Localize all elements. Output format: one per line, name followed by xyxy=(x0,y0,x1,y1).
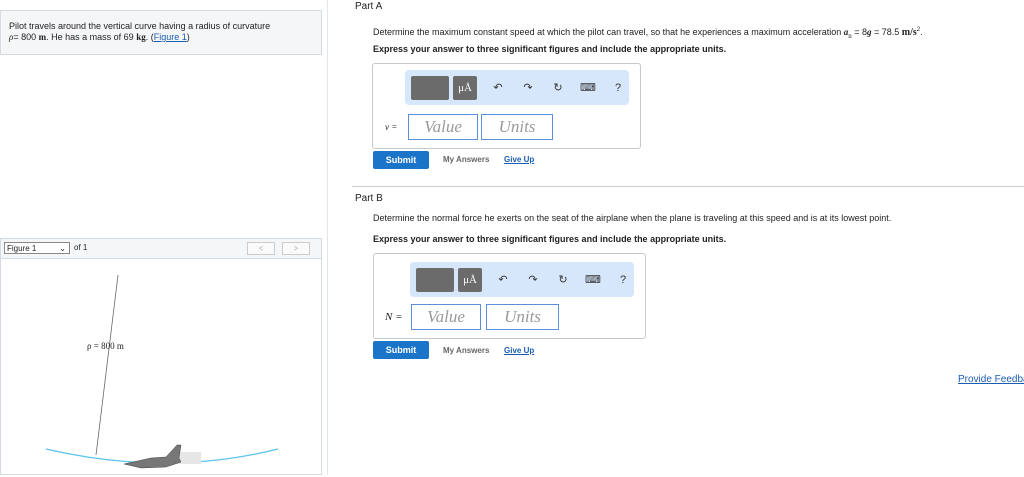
undo-icon[interactable]: ↶ xyxy=(487,81,509,94)
radius-label: ρ = 800 m xyxy=(87,341,124,351)
value-input[interactable]: Value xyxy=(408,114,478,140)
problem-statement: Pilot travels around the vertical curve … xyxy=(0,10,322,55)
paren: . ( xyxy=(145,32,154,42)
paren: ) xyxy=(186,32,190,42)
keyboard-icon[interactable]: ⌨ xyxy=(577,81,599,94)
figure-diagram xyxy=(45,274,279,469)
submit-button[interactable]: Submit xyxy=(373,341,429,359)
next-figure-button[interactable]: > xyxy=(282,242,310,255)
provide-feedback-link[interactable]: Provide Feedback xyxy=(958,374,1024,385)
rho-value: = 800 xyxy=(13,32,37,42)
math-toolbar: μÅ ↶ ↷ ↻ ⌨ ? xyxy=(405,70,629,105)
give-up-link[interactable]: Give Up xyxy=(504,155,534,164)
chevron-down-icon: ⌄ xyxy=(59,244,66,253)
figure-link[interactable]: Figure 1 xyxy=(154,32,187,42)
part-a-answer-box: μÅ ↶ ↷ ↻ ⌨ ? v = Value Units xyxy=(372,63,641,149)
math-toolbar: μÅ ↶ ↷ ↻ ⌨ ? xyxy=(410,262,634,297)
templates-button[interactable] xyxy=(411,75,449,100)
unit-kg: kg xyxy=(136,32,146,42)
units-input[interactable]: Units xyxy=(481,114,553,140)
variable-label: v = xyxy=(385,122,398,132)
reset-icon[interactable]: ↻ xyxy=(547,81,569,94)
part-a-instruction: Express your answer to three significant… xyxy=(373,44,727,54)
figure-select-value: Figure 1 xyxy=(7,244,37,253)
accel-unit: m/s xyxy=(901,27,917,38)
figure-header: Figure 1 ⌄ of 1 < > xyxy=(1,239,321,259)
chevron-right-icon: > xyxy=(293,244,299,253)
help-icon[interactable]: ? xyxy=(607,82,629,94)
units-button[interactable]: μÅ xyxy=(453,75,477,100)
figure-select[interactable]: Figure 1 ⌄ xyxy=(4,242,70,254)
give-up-link[interactable]: Give Up xyxy=(504,346,534,355)
problem-text: Pilot travels around the vertical curve … xyxy=(9,21,271,31)
part-a-title: Part A xyxy=(355,1,383,12)
part-b-title: Part B xyxy=(355,193,383,204)
part-b-question: Determine the normal force he exerts on … xyxy=(373,213,892,223)
reset-icon[interactable]: ↻ xyxy=(552,273,574,286)
units-input[interactable]: Units xyxy=(486,304,559,330)
period: . xyxy=(920,27,923,37)
redo-icon[interactable]: ↷ xyxy=(522,273,544,286)
radius-line xyxy=(95,274,119,456)
accel-eq: = 8 xyxy=(851,27,868,37)
jet-icon xyxy=(123,444,201,469)
value-input[interactable]: Value xyxy=(411,304,481,330)
prev-figure-button[interactable]: < xyxy=(247,242,275,255)
redo-icon[interactable]: ↷ xyxy=(517,81,539,94)
figure-count: of 1 xyxy=(74,243,88,252)
help-icon[interactable]: ? xyxy=(612,274,634,286)
undo-icon[interactable]: ↶ xyxy=(492,273,514,286)
part-b-answer-box: μÅ ↶ ↷ ↻ ⌨ ? N = Value Units xyxy=(373,253,646,339)
part-a-question: Determine the maximum constant speed at … xyxy=(373,27,923,40)
templates-button[interactable] xyxy=(416,267,454,292)
problem-text-2: . He has a mass of 69 xyxy=(46,32,134,42)
submit-button[interactable]: Submit xyxy=(373,151,429,169)
part-b-instruction: Express your answer to three significant… xyxy=(373,234,727,244)
figure-panel: Figure 1 ⌄ of 1 < > ρ = 800 m xyxy=(0,238,322,475)
accel-value: = 78.5 xyxy=(871,27,902,37)
question-text: Determine the maximum constant speed at … xyxy=(373,27,842,37)
variable-label: N = xyxy=(385,311,403,323)
chevron-left-icon: < xyxy=(258,244,264,253)
my-answers-link[interactable]: My Answers xyxy=(443,346,489,355)
my-answers-link[interactable]: My Answers xyxy=(443,155,489,164)
keyboard-icon[interactable]: ⌨ xyxy=(582,273,604,286)
units-button[interactable]: μÅ xyxy=(458,267,482,292)
part-divider xyxy=(352,186,1024,187)
unit-m: m xyxy=(38,32,47,42)
divider xyxy=(327,0,328,475)
